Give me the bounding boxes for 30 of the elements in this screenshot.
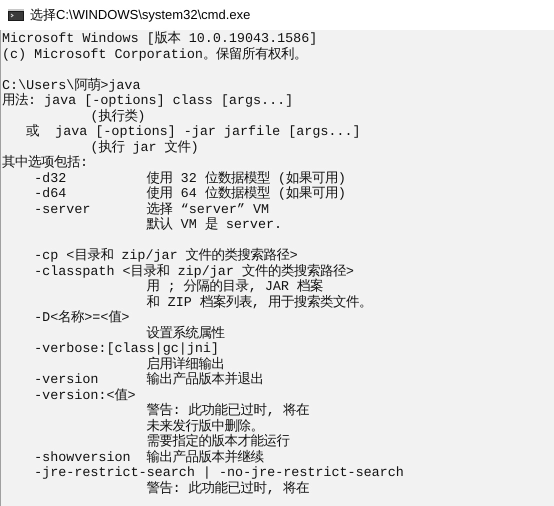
console-line: (c) Microsoft Corporation。保留所有权利。 bbox=[2, 48, 307, 63]
console-line: -classpath <目录和 zip/jar 文件的类搜索路径> bbox=[33, 264, 354, 280]
console-line: 和 ZIP 档案列表, 用于搜索类文件。 bbox=[146, 296, 372, 311]
console-line: 警告: 此功能已过时, 将在 bbox=[146, 482, 309, 497]
console-line: (执行 jar 文件) bbox=[89, 140, 199, 156]
console-line: Microsoft Windows [版本 10.0.19043.1586] bbox=[2, 32, 318, 47]
console-line: -version 输出产品版本并退出 bbox=[33, 373, 264, 388]
console-line: -d32 使用 32 位数据模型 (如果可用) bbox=[33, 172, 346, 186]
console-line: (执行类) bbox=[89, 110, 146, 125]
console-line: 启用详细输出 bbox=[146, 358, 225, 372]
console-line: 警告: 此功能已过时, 将在 bbox=[146, 404, 309, 419]
console-line: -verbose:[class|gc|jni] bbox=[33, 342, 219, 357]
console-line: -version:<值> bbox=[33, 388, 136, 404]
console-line: -server 选择 “server” VM bbox=[33, 202, 270, 218]
console-icon bbox=[8, 9, 24, 21]
console-line: -cp <目录和 zip/jar 文件的类搜索路径> bbox=[33, 249, 298, 264]
console-line: -jre-restrict-search | -no-jre-restrict-search bbox=[33, 466, 404, 481]
console-line: 需要指定的版本才能运行 bbox=[146, 435, 290, 450]
console-line: 用 ; 分隔的目录, JAR 档案 bbox=[146, 280, 323, 295]
console-line: 默认 VM 是 server. bbox=[146, 218, 282, 234]
console-line: 用法: java [-options] class [args...] bbox=[2, 94, 294, 109]
console-line: -showversion 输出产品版本并继续 bbox=[33, 450, 264, 466]
console-line: 设置系统属性 bbox=[146, 326, 225, 342]
console-line: 未来发行版中删除。 bbox=[146, 420, 264, 434]
console-line: -D<名称>=<值> bbox=[33, 311, 130, 326]
console-line: 或 java [-options] -jar jarfile [args...] bbox=[25, 125, 361, 140]
window-title: 选择C:\WINDOWS\system32\cmd.exe bbox=[30, 6, 250, 24]
console-line: -d64 使用 64 位数据模型 (如果可用) bbox=[33, 187, 346, 202]
console-line: C:\Users\阿萌>java bbox=[2, 78, 140, 94]
console-line: 其中选项包括: bbox=[2, 156, 88, 172]
